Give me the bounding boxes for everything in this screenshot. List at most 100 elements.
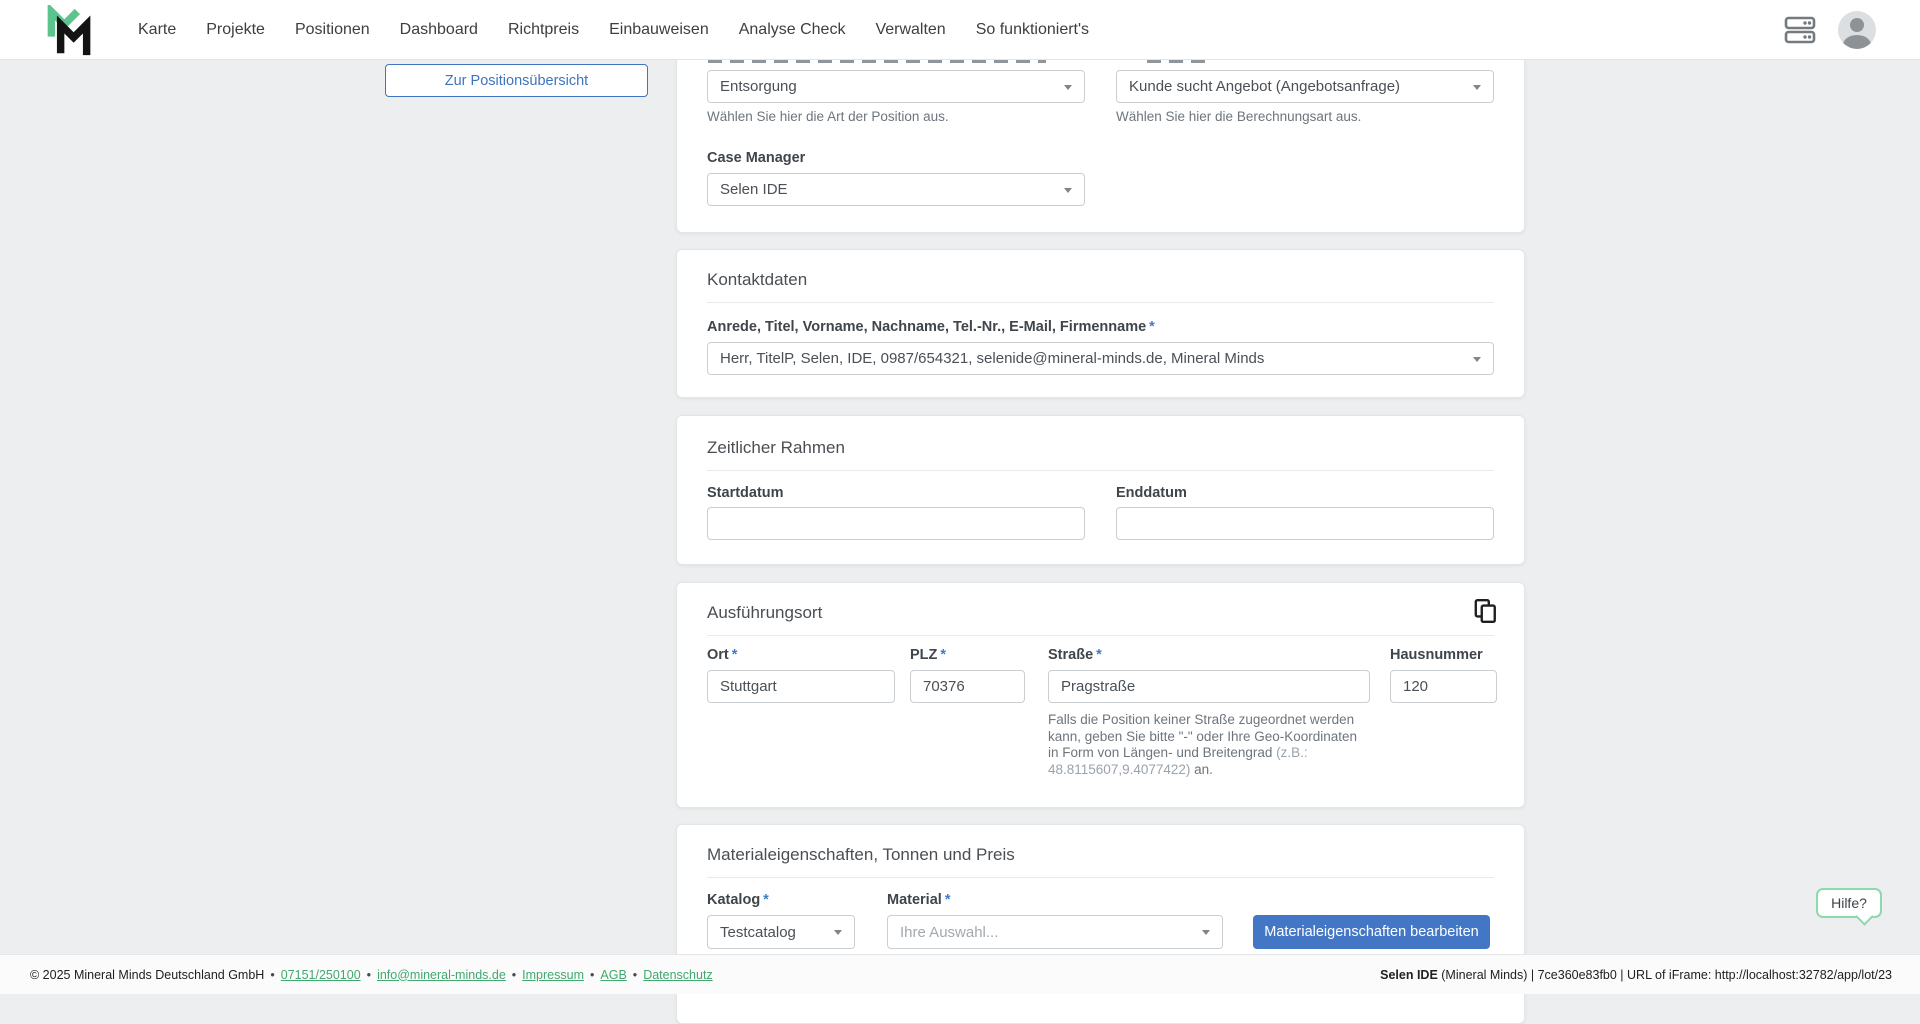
plz-label: PLZ* [910,647,1025,664]
nav-item-dashboard[interactable]: Dashboard [400,21,478,39]
material-label: Material* [887,892,1223,909]
edit-material-properties-button[interactable]: Materialeigenschaften bearbeiten [1253,915,1490,949]
footer-separator: • [512,968,516,982]
nav-item-einbauweisen[interactable]: Einbauweisen [609,21,709,39]
case-manager-label: Case Manager [707,150,1494,167]
chevron-down-icon [1064,85,1072,90]
main-navigation: Karte Projekte Positionen Dashboard Rich… [138,0,1089,60]
kontaktdaten-card: Kontaktdaten Anrede, Titel, Vorname, Nac… [676,249,1525,398]
katalog-value: Testcatalog [720,924,796,941]
material-placeholder: Ihre Auswahl... [900,924,998,941]
footer-separator: • [633,968,637,982]
strasse-helper: Falls die Position keiner Straße zugeord… [1048,712,1370,778]
nav-item-karte[interactable]: Karte [138,21,176,39]
hausnummer-label: Hausnummer [1390,647,1497,664]
footer-impressum-link[interactable]: Impressum [522,968,584,982]
calculation-type-value: Kunde sucht Angebot (Angebotsanfrage) [1129,78,1400,95]
chevron-down-icon [1202,930,1210,935]
clipped-label-fragment [708,60,1046,63]
plz-label-text: PLZ [910,647,937,663]
strasse-label: Straße* [1048,647,1370,664]
user-avatar[interactable] [1838,11,1876,49]
case-manager-value: Selen IDE [720,181,788,198]
nav-item-richtpreis[interactable]: Richtpreis [508,21,579,39]
clipped-label-fragment [1147,60,1207,63]
divider [707,470,1494,471]
zeitlicher-rahmen-card: Zeitlicher Rahmen Startdatum Enddatum [676,415,1525,565]
material-label-text: Material [887,892,942,908]
chevron-down-icon [1473,357,1481,362]
katalog-select[interactable]: Testcatalog [707,915,855,949]
nav-item-positionen[interactable]: Positionen [295,21,370,39]
nav-item-verwalten[interactable]: Verwalten [875,21,945,39]
calculation-type-select[interactable]: Kunde sucht Angebot (Angebotsanfrage) [1116,70,1494,103]
help-bubble-button[interactable]: Hilfe? [1816,888,1882,918]
position-type-select[interactable]: Entsorgung [707,70,1085,103]
enddatum-input[interactable] [1116,507,1494,540]
footer-email-link[interactable]: info@mineral-minds.de [377,968,506,982]
nav-item-analyse-check[interactable]: Analyse Check [739,21,846,39]
kontaktdaten-title: Kontaktdaten [707,270,1494,290]
chevron-down-icon [1064,188,1072,193]
startdatum-input[interactable] [707,507,1085,540]
footer-agb-link[interactable]: AGB [600,968,626,982]
position-type-helper: Wählen Sie hier die Art der Position aus… [707,109,1085,124]
top-navbar: Karte Projekte Positionen Dashboard Rich… [0,0,1920,60]
material-card: Materialeigenschaften, Tonnen und Preis … [676,824,1525,1024]
position-type-card: Entsorgung Wählen Sie hier die Art der P… [676,60,1525,233]
required-asterisk: * [945,892,951,908]
copy-icon[interactable] [1472,598,1498,624]
footer-phone-link[interactable]: 07151/250100 [281,968,361,982]
divider [707,635,1494,636]
nav-item-projekte[interactable]: Projekte [206,21,265,39]
back-to-positions-button[interactable]: Zur Positionsübersicht [385,64,648,97]
contact-field-label: Anrede, Titel, Vorname, Nachname, Tel.-N… [707,319,1494,336]
footer-copyright: © 2025 Mineral Minds Deutschland GmbH [30,968,264,982]
contact-select-value: Herr, TitelP, Selen, IDE, 0987/654321, s… [720,350,1264,367]
footer: © 2025 Mineral Minds Deutschland GmbH • … [0,954,1920,994]
footer-session-info: Selen IDE (Mineral Minds) | 7ce360e83fb0… [1380,968,1892,982]
plz-input[interactable] [910,670,1025,703]
page-content: Zur Positionsübersicht Entsorgung Wählen… [0,60,1920,954]
session-details: (Mineral Minds) | 7ce360e83fb0 | URL of … [1438,968,1892,982]
startdatum-label: Startdatum [707,485,1085,502]
strasse-label-text: Straße [1048,647,1093,663]
chevron-down-icon [1473,85,1481,90]
contact-select[interactable]: Herr, TitelP, Selen, IDE, 0987/654321, s… [707,342,1494,375]
divider [707,877,1494,878]
strasse-helper-suffix: an. [1190,762,1213,777]
strasse-input[interactable] [1048,670,1370,703]
material-select[interactable]: Ihre Auswahl... [887,915,1223,949]
session-user: Selen IDE [1380,968,1438,982]
required-asterisk: * [763,892,769,908]
required-asterisk: * [1149,319,1155,335]
footer-separator: • [367,968,371,982]
footer-datenschutz-link[interactable]: Datenschutz [643,968,712,982]
material-title: Materialeigenschaften, Tonnen und Preis [707,845,1494,865]
hausnummer-input[interactable] [1390,670,1497,703]
footer-separator: • [270,968,274,982]
position-type-value: Entsorgung [720,78,797,95]
navbar-right-controls [1784,0,1876,60]
ausfuehrungsort-card: Ausführungsort Ort* PLZ* Straße [676,582,1525,808]
enddatum-label: Enddatum [1116,485,1494,502]
calculation-type-helper: Wählen Sie hier die Berechnungsart aus. [1116,109,1494,124]
nav-item-so-funktionierts[interactable]: So funktioniert's [976,21,1089,39]
katalog-label-text: Katalog [707,892,760,908]
ort-input[interactable] [707,670,895,703]
mineral-minds-logo-icon[interactable] [46,5,92,57]
katalog-label: Katalog* [707,892,855,909]
required-asterisk: * [1096,647,1102,663]
zeitraum-title: Zeitlicher Rahmen [707,438,1494,458]
case-manager-select[interactable]: Selen IDE [707,173,1085,206]
footer-left: © 2025 Mineral Minds Deutschland GmbH • … [30,968,713,982]
required-asterisk: * [732,647,738,663]
ort-label-text: Ort [707,647,729,663]
ort-label: Ort* [707,647,895,664]
divider [707,302,1494,303]
strasse-helper-text: Falls die Position keiner Straße zugeord… [1048,712,1357,760]
ausfuehrungsort-title: Ausführungsort [707,603,1494,623]
footer-separator: • [590,968,594,982]
chevron-down-icon [834,930,842,935]
server-icon[interactable] [1784,16,1816,44]
